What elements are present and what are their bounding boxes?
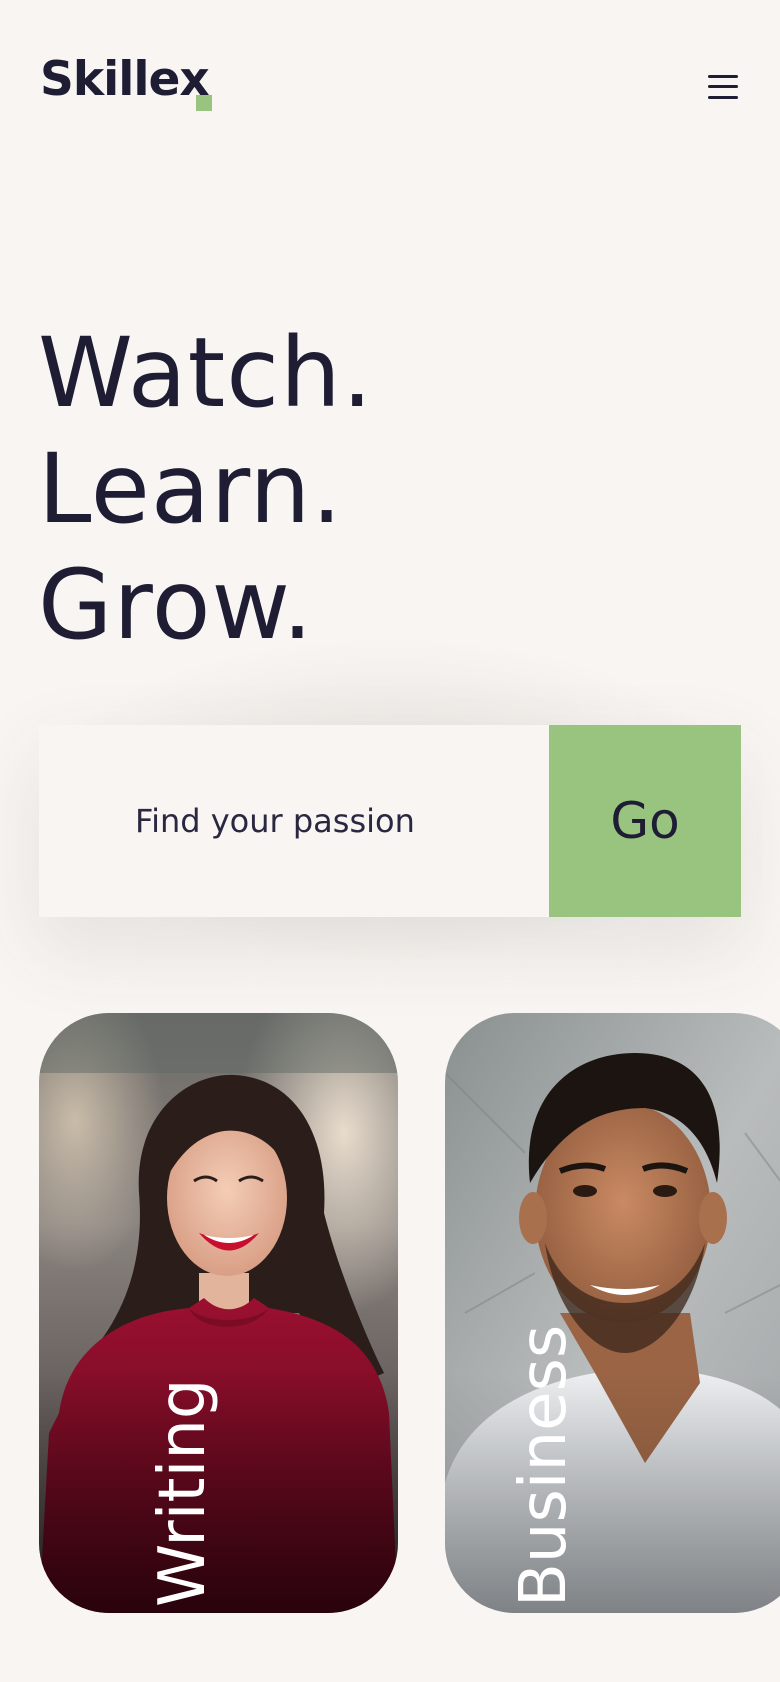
logo-accent-square [196,95,212,111]
category-card-writing[interactable]: Writing [39,1013,398,1613]
category-label-business: Business [507,1324,581,1607]
logo[interactable]: Skillex [40,56,210,103]
search-input[interactable] [39,725,549,917]
hero-line-learn: Learn. [38,433,343,545]
hero-line-watch: Watch. [38,317,374,429]
hamburger-menu-icon[interactable] [705,72,741,102]
hero-headline: Watch. Learn. Grow. [38,315,373,663]
site-header: Skillex [0,0,780,175]
man-photo [445,1013,780,1613]
category-label-writing: Writing [146,1378,220,1607]
category-card-business[interactable]: Business [445,1013,780,1613]
go-button[interactable]: Go [549,725,741,917]
search-bar: Go [39,725,741,917]
